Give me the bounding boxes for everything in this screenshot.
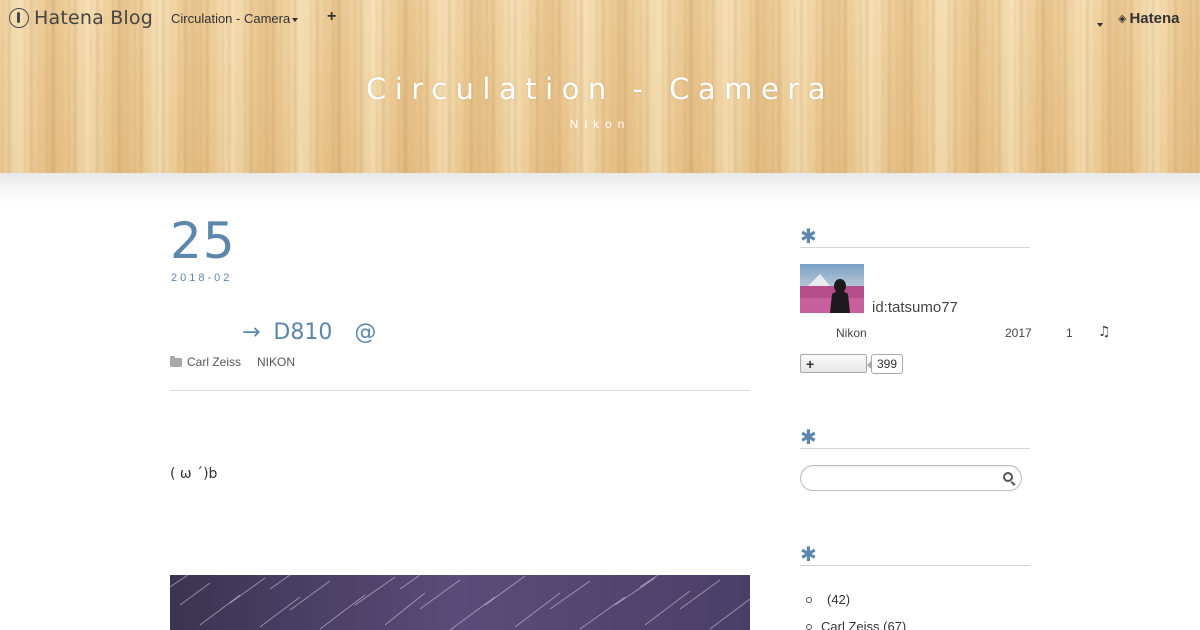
follow-button[interactable]: + — [800, 354, 867, 373]
entry-photo[interactable] — [170, 575, 750, 630]
hatena-pen-icon — [9, 8, 29, 28]
entry-date-day[interactable]: 25 — [170, 212, 236, 270]
hatena-logo[interactable]: ◈ Hatena — [1118, 10, 1180, 27]
entry-categories: Carl Zeiss NIKON — [170, 355, 311, 369]
sidebar-search-heading: ✱ — [800, 423, 1030, 449]
entry-date-year-month[interactable]: 2018-02 — [171, 272, 232, 284]
new-post-button[interactable]: + — [327, 8, 336, 26]
plus-icon: + — [806, 355, 815, 372]
blog-menu-dropdown[interactable]: Circulation - Camera — [171, 11, 299, 26]
entry-header-divider — [170, 390, 750, 391]
blog-header: Hatena Blog Circulation - Camera + ◈ Hat… — [0, 0, 1200, 173]
profile-year: 2017 — [1005, 326, 1032, 340]
music-note-icon: ♫ — [1098, 324, 1111, 340]
blog-description: Nikon — [569, 117, 631, 131]
category-list: (42) Carl Zeiss (67) — [806, 586, 906, 630]
entry-title[interactable]: → D810 @ — [242, 314, 376, 346]
avatar[interactable] — [800, 264, 864, 313]
blog-title[interactable]: Circulation - Camera — [0, 72, 1200, 106]
brand-label: Hatena Blog — [34, 7, 153, 29]
sidebar-categories-heading: ✱ — [800, 540, 1030, 566]
profile-description: Nikon — [836, 326, 867, 340]
bullet-icon — [806, 596, 812, 603]
asterisk-icon: ✱ — [800, 226, 817, 248]
category-link[interactable]: NIKON — [257, 355, 295, 369]
user-menu-dropdown[interactable] — [1095, 16, 1103, 34]
chevron-down-icon — [292, 17, 299, 22]
hatena-bird-icon: ◈ — [1118, 13, 1127, 25]
profile-user-id[interactable]: id:tatsumo77 — [872, 299, 958, 316]
hatena-label: Hatena — [1129, 10, 1180, 27]
category-label[interactable]: (42) — [827, 592, 850, 607]
asterisk-icon: ✱ — [800, 544, 817, 566]
blog-menu-label: Circulation - Camera — [171, 11, 291, 26]
chevron-down-icon — [1097, 22, 1103, 27]
category-label[interactable]: Carl Zeiss (67) — [821, 619, 906, 630]
list-item[interactable]: (42) — [806, 586, 906, 613]
global-navbar: Hatena Blog Circulation - Camera + ◈ Hat… — [0, 0, 1200, 36]
search-input[interactable] — [800, 465, 1022, 491]
entry-body-text: ( ω ´)b — [170, 466, 218, 482]
follower-count[interactable]: 399 — [866, 354, 904, 374]
sidebar-profile-heading: ✱ — [800, 222, 1030, 248]
list-item[interactable]: Carl Zeiss (67) — [806, 613, 906, 630]
header-shadow — [0, 173, 1200, 203]
category-link[interactable]: Carl Zeiss — [187, 355, 241, 369]
asterisk-icon: ✱ — [800, 427, 817, 449]
bullet-icon — [806, 623, 812, 630]
profile-count: 1 — [1066, 326, 1073, 340]
folder-icon — [170, 355, 182, 367]
hatena-blog-logo[interactable]: Hatena Blog — [9, 7, 153, 29]
search-icon[interactable] — [1003, 472, 1013, 482]
